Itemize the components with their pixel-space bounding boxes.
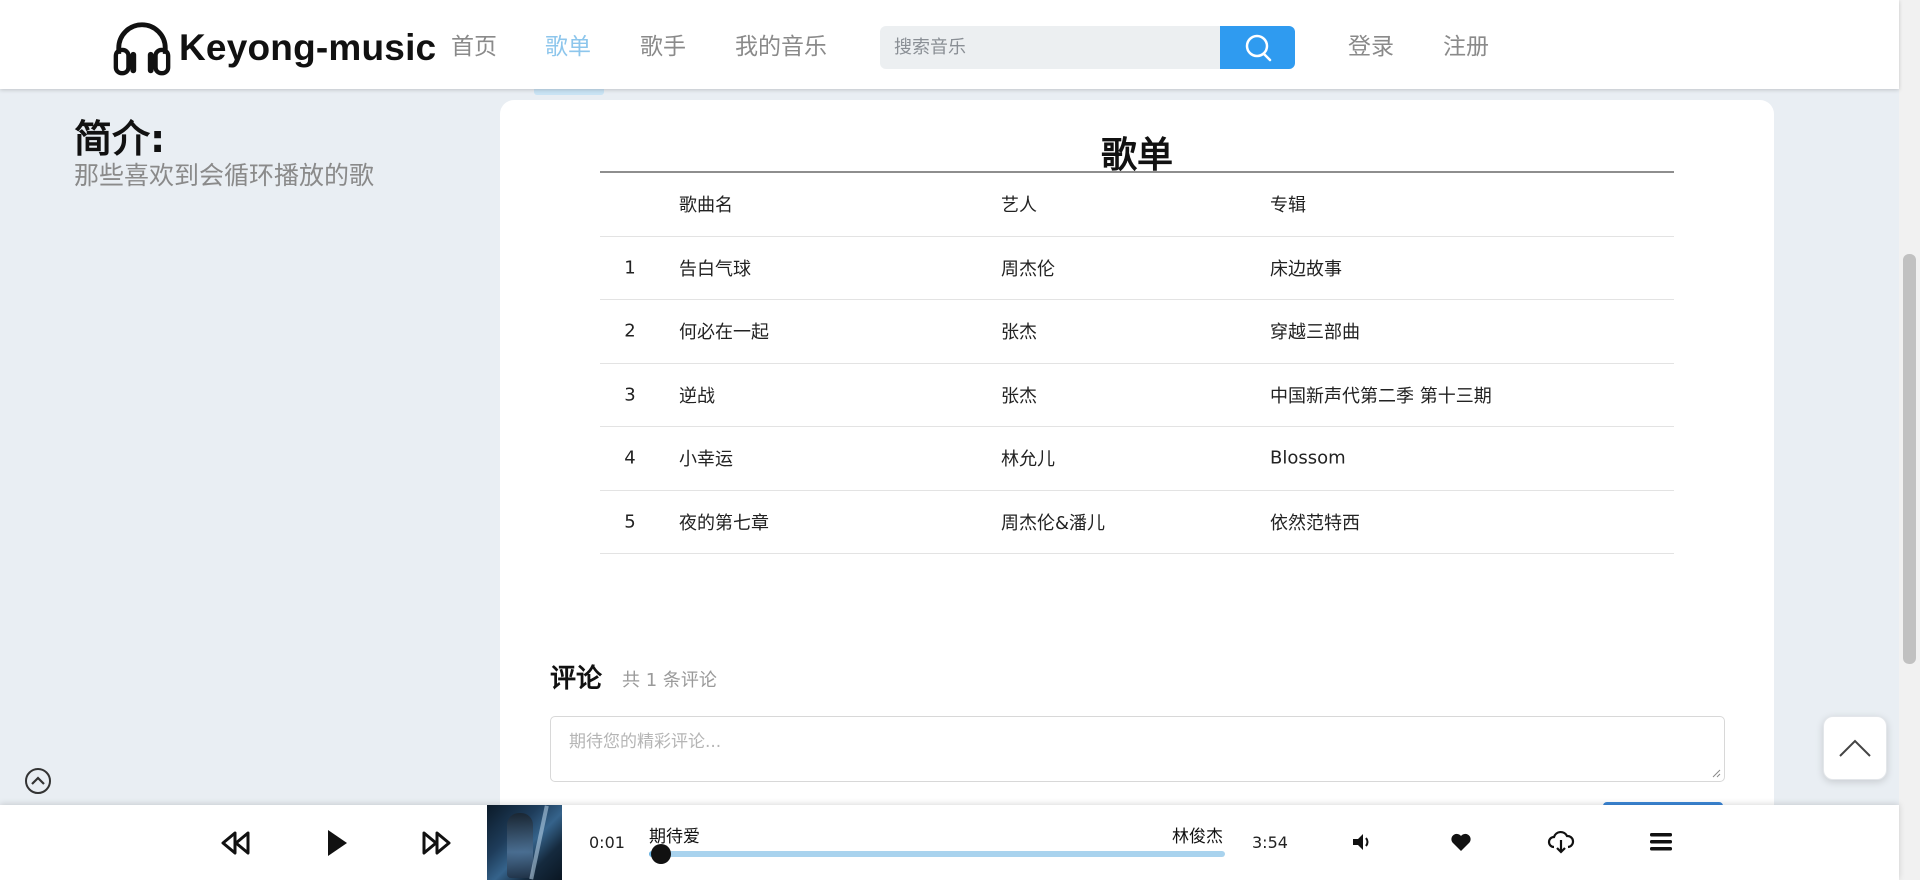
comments-count: 共 1 条评论	[622, 670, 717, 691]
song-artist[interactable]: 周杰伦	[1001, 255, 1055, 281]
cloud-download-icon	[1547, 830, 1575, 854]
nav-singers[interactable]: 歌手	[640, 27, 686, 61]
nav-playlist[interactable]: 歌单	[545, 27, 591, 61]
back-to-top-button[interactable]	[1823, 716, 1887, 780]
song-name[interactable]: 告白气球	[679, 255, 751, 281]
resize-grip-icon[interactable]	[1711, 768, 1721, 778]
playlist-menu-button[interactable]	[1647, 829, 1675, 855]
current-time: 0:01	[589, 833, 625, 852]
brand-logo[interactable]: Keyong-music	[111, 16, 436, 80]
song-name[interactable]: 逆战	[679, 382, 715, 408]
nav-home[interactable]: 首页	[451, 27, 497, 61]
song-name[interactable]: 小幸运	[679, 445, 733, 471]
song-table: 歌曲名 艺人 专辑 1 告白气球 周杰伦 床边故事 2 何必在一起 张杰 穿越三…	[600, 173, 1674, 554]
search-icon	[1245, 34, 1271, 61]
search-bar	[880, 26, 1295, 69]
table-header-row: 歌曲名 艺人 专辑	[600, 173, 1674, 237]
top-navbar: Keyong-music 首页 歌单 歌手 我的音乐 登录 注册	[0, 0, 1899, 89]
song-album[interactable]: 床边故事	[1270, 255, 1342, 281]
heart-icon	[1451, 833, 1471, 851]
song-artist[interactable]: 张杰	[1001, 382, 1037, 408]
page-scrollbar[interactable]	[1899, 0, 1920, 880]
nav-my-music[interactable]: 我的音乐	[735, 27, 827, 61]
intro-text: 那些喜欢到会循环播放的歌	[74, 161, 375, 190]
song-index: 1	[624, 257, 636, 279]
song-name[interactable]: 夜的第七章	[679, 509, 769, 535]
now-playing-title: 期待爱	[649, 827, 700, 847]
play-icon	[328, 830, 347, 856]
album-cover[interactable]	[487, 805, 562, 880]
active-nav-indicator	[534, 89, 604, 95]
play-button[interactable]	[322, 826, 352, 860]
volume-button[interactable]	[1349, 829, 1375, 855]
search-input[interactable]	[880, 26, 1220, 69]
song-name[interactable]: 何必在一起	[679, 318, 769, 344]
song-index: 5	[624, 511, 636, 533]
chevron-up-icon	[1839, 739, 1871, 757]
headphones-icon	[113, 22, 171, 76]
rewind-icon	[221, 831, 250, 855]
intro-title: 简介:	[74, 117, 166, 161]
song-index: 2	[624, 320, 636, 342]
table-row[interactable]: 1 告白气球 周杰伦 床边故事	[600, 237, 1674, 300]
total-time: 3:54	[1252, 833, 1288, 852]
song-artist[interactable]: 周杰伦&潘儿	[1001, 509, 1105, 535]
comment-input[interactable]	[551, 717, 1724, 781]
comment-box	[550, 716, 1725, 782]
music-player-bar: 0:01 期待爱 林俊杰 3:54	[0, 805, 1899, 880]
song-album[interactable]: Blossom	[1270, 448, 1346, 469]
song-album[interactable]: 中国新声代第二季 第十三期	[1270, 382, 1492, 408]
column-header-artist: 艺人	[1001, 195, 1037, 217]
playlist-panel: 歌单 歌曲名 艺人 专辑 1 告白气球 周杰伦 床边故事 2 何必在一起 张杰 …	[500, 100, 1774, 880]
column-header-song: 歌曲名	[679, 195, 733, 217]
scrollbar-thumb[interactable]	[1903, 254, 1916, 664]
fast-forward-icon	[422, 831, 451, 855]
progress-bar[interactable]	[649, 844, 1225, 864]
search-button[interactable]	[1220, 26, 1295, 69]
favorite-button[interactable]	[1448, 829, 1474, 855]
song-artist[interactable]: 张杰	[1001, 318, 1037, 344]
register-link[interactable]: 注册	[1443, 27, 1489, 61]
song-album[interactable]: 依然范特西	[1270, 509, 1360, 535]
song-album[interactable]: 穿越三部曲	[1270, 318, 1360, 344]
song-artist[interactable]: 林允儿	[1001, 445, 1055, 471]
previous-button[interactable]	[221, 828, 251, 858]
download-button[interactable]	[1546, 827, 1576, 857]
now-playing-artist: 林俊杰	[1172, 827, 1223, 847]
volume-icon	[1353, 834, 1369, 850]
column-header-album: 专辑	[1270, 195, 1306, 217]
collapse-player-icon[interactable]	[24, 767, 52, 795]
brand-name: Keyong-music	[179, 27, 437, 68]
song-index: 3	[624, 384, 636, 406]
menu-icon	[1650, 833, 1672, 851]
table-row[interactable]: 5 夜的第七章 周杰伦&潘儿 依然范特西	[600, 491, 1674, 554]
table-row[interactable]: 4 小幸运 林允儿 Blossom	[600, 427, 1674, 491]
song-index: 4	[624, 447, 636, 469]
next-button[interactable]	[421, 828, 451, 858]
table-row[interactable]: 2 何必在一起 张杰 穿越三部曲	[600, 300, 1674, 364]
login-link[interactable]: 登录	[1348, 27, 1394, 61]
progress-handle[interactable]	[650, 844, 671, 864]
comments-title: 评论	[550, 664, 603, 694]
table-row[interactable]: 3 逆战 张杰 中国新声代第二季 第十三期	[600, 364, 1674, 427]
